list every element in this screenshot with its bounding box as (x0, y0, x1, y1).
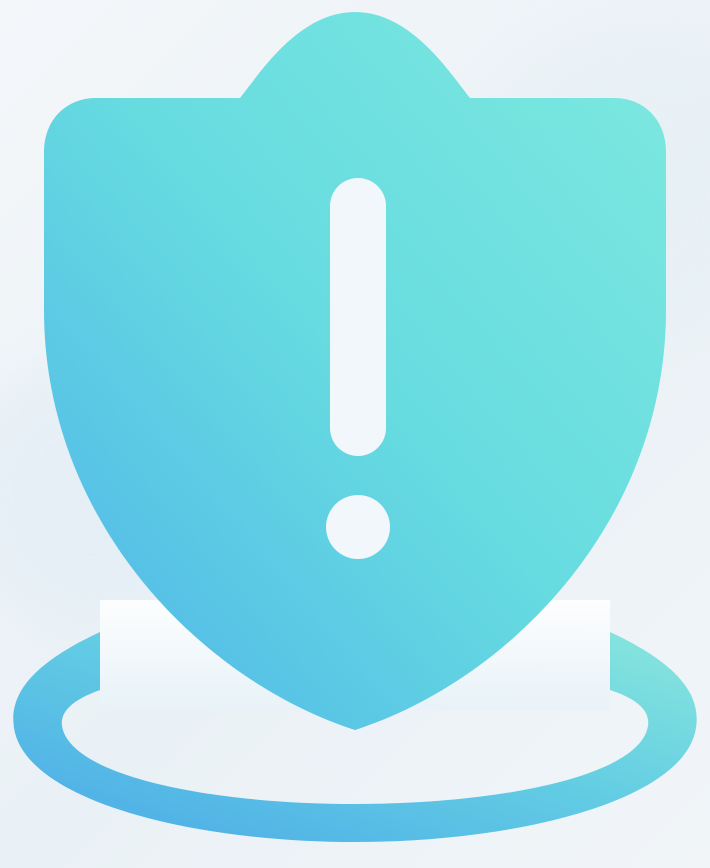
shield-warning-illustration (13, 12, 697, 842)
illustration-canvas (0, 0, 710, 868)
